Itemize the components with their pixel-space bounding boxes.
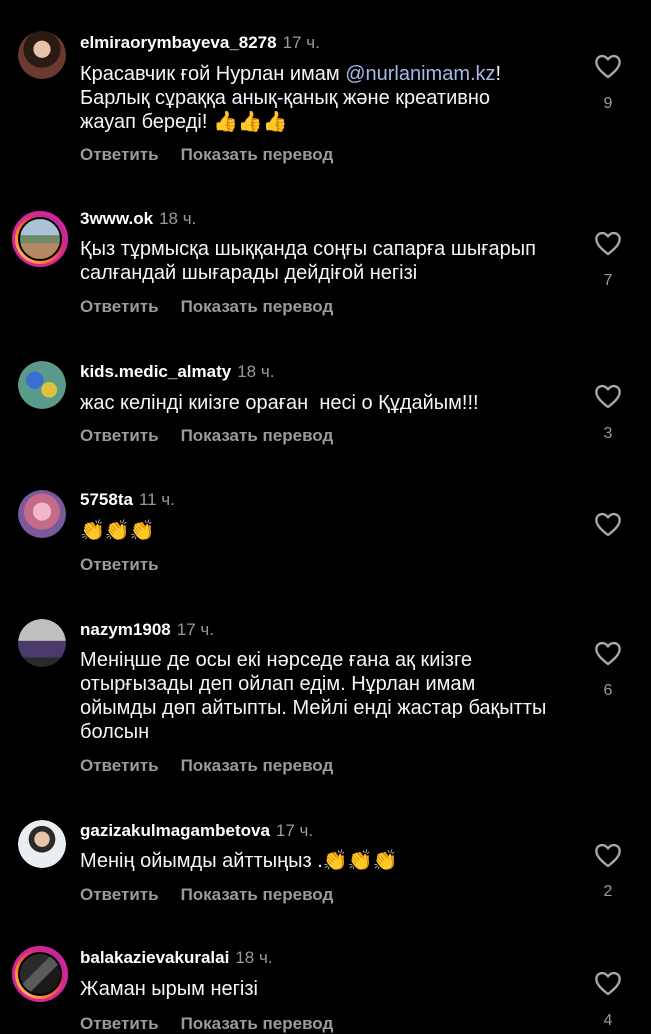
comment-meta: 5758ta 11 ч. bbox=[80, 490, 175, 510]
username[interactable]: balakazievakuralai bbox=[80, 948, 229, 967]
avatar-image bbox=[18, 217, 62, 261]
timestamp: 18 ч. bbox=[237, 362, 275, 381]
like-button[interactable] bbox=[594, 511, 622, 537]
comment-text: Жаман ырым негізі bbox=[80, 978, 258, 1000]
avatar[interactable] bbox=[18, 619, 66, 667]
show-translation-button[interactable]: Показать перевод bbox=[181, 145, 334, 164]
show-translation-button[interactable]: Показать перевод bbox=[181, 885, 334, 904]
comment-actions: Ответить Показать перевод bbox=[80, 145, 355, 165]
avatar-image bbox=[18, 820, 66, 868]
username[interactable]: kids.medic_almaty bbox=[80, 362, 231, 381]
comment-meta: balakazievakuralai 18 ч. bbox=[80, 948, 273, 968]
comment-meta: kids.medic_almaty 18 ч. bbox=[80, 362, 274, 382]
comment-meta: elmiraorymbayeva_8278 17 ч. bbox=[80, 33, 320, 53]
heart-outline-icon bbox=[595, 843, 621, 868]
username[interactable]: nazym1908 bbox=[80, 620, 171, 639]
like-button[interactable] bbox=[594, 970, 622, 996]
comment-actions: Ответить Показать перевод bbox=[80, 426, 355, 446]
timestamp: 17 ч. bbox=[282, 33, 320, 52]
like-button[interactable] bbox=[594, 640, 622, 666]
avatar-image bbox=[18, 490, 66, 538]
reply-button[interactable]: Ответить bbox=[80, 756, 159, 775]
reply-button[interactable]: Ответить bbox=[80, 555, 159, 574]
comment-text: жас келінді киізге ораған несі о Құдайым… bbox=[80, 392, 479, 414]
reply-button[interactable]: Ответить bbox=[80, 426, 159, 445]
comment-meta: 3www.ok 18 ч. bbox=[80, 209, 196, 229]
reply-button[interactable]: Ответить bbox=[80, 297, 159, 316]
show-translation-button[interactable]: Показать перевод bbox=[181, 756, 334, 775]
reply-button[interactable]: Ответить bbox=[80, 885, 159, 904]
comment-text-part: Красавчик ғой Нурлан имам bbox=[80, 63, 346, 85]
like-button[interactable] bbox=[594, 53, 622, 79]
comment-text: Красавчик ғой Нурлан имам @nurlanimam.kz… bbox=[80, 62, 550, 134]
like-count: 2 bbox=[603, 883, 613, 900]
avatar-image bbox=[18, 31, 66, 79]
heart-outline-icon bbox=[595, 512, 621, 537]
avatar[interactable] bbox=[12, 211, 68, 267]
show-translation-button[interactable]: Показать перевод bbox=[181, 297, 334, 316]
username[interactable]: gazizakulmagambetova bbox=[80, 821, 270, 840]
heart-outline-icon bbox=[595, 231, 621, 256]
comment-text: Қыз тұрмысқа шыққанда соңғы сапарға шыға… bbox=[80, 238, 536, 284]
comment-actions: Ответить Показать перевод bbox=[80, 1014, 355, 1034]
mention-link[interactable]: @nurlanimam.kz bbox=[345, 63, 495, 85]
comment-actions: Ответить Показать перевод bbox=[80, 756, 355, 776]
like-button[interactable] bbox=[594, 383, 622, 409]
avatar[interactable] bbox=[18, 31, 66, 79]
username[interactable]: 3www.ok bbox=[80, 209, 153, 228]
show-translation-button[interactable]: Показать перевод bbox=[181, 426, 334, 445]
like-count: 7 bbox=[603, 272, 613, 289]
comment-actions: Ответить bbox=[80, 555, 181, 575]
comment-text: 👏👏👏 bbox=[80, 518, 155, 542]
comment-meta: nazym1908 17 ч. bbox=[80, 620, 214, 640]
comment-actions: Ответить Показать перевод bbox=[80, 297, 355, 317]
timestamp: 11 ч. bbox=[138, 490, 175, 509]
avatar-image bbox=[18, 361, 66, 409]
timestamp: 17 ч. bbox=[176, 620, 214, 639]
avatar[interactable] bbox=[18, 490, 66, 538]
comment-text: Меніңше де осы екі нәрседе ғана ақ киізг… bbox=[80, 649, 547, 743]
timestamp: 17 ч. bbox=[275, 821, 314, 840]
like-count: 3 bbox=[603, 425, 613, 442]
heart-outline-icon bbox=[595, 971, 621, 996]
avatar[interactable] bbox=[18, 361, 66, 409]
comment-actions: Ответить Показать перевод bbox=[80, 885, 355, 905]
username[interactable]: 5758ta bbox=[80, 490, 133, 509]
avatar-image bbox=[18, 952, 62, 996]
like-count: 4 bbox=[603, 1012, 613, 1029]
avatar[interactable] bbox=[12, 946, 68, 1002]
like-button[interactable] bbox=[594, 230, 622, 256]
timestamp: 18 ч. bbox=[235, 948, 273, 967]
like-count: 9 bbox=[603, 95, 613, 112]
like-button[interactable] bbox=[594, 842, 622, 868]
like-count: 6 bbox=[603, 682, 613, 699]
comment-meta: gazizakulmagambetova 17 ч. bbox=[80, 821, 313, 841]
username[interactable]: elmiraorymbayeva_8278 bbox=[80, 33, 277, 52]
heart-outline-icon bbox=[595, 384, 621, 409]
avatar-image bbox=[18, 619, 66, 667]
heart-outline-icon bbox=[595, 54, 621, 79]
timestamp: 18 ч. bbox=[159, 209, 197, 228]
heart-outline-icon bbox=[595, 641, 621, 666]
reply-button[interactable]: Ответить bbox=[80, 145, 159, 164]
avatar[interactable] bbox=[18, 820, 66, 868]
comment-text: Менің ойымды айттыңыз .👏👏👏 bbox=[80, 850, 398, 872]
